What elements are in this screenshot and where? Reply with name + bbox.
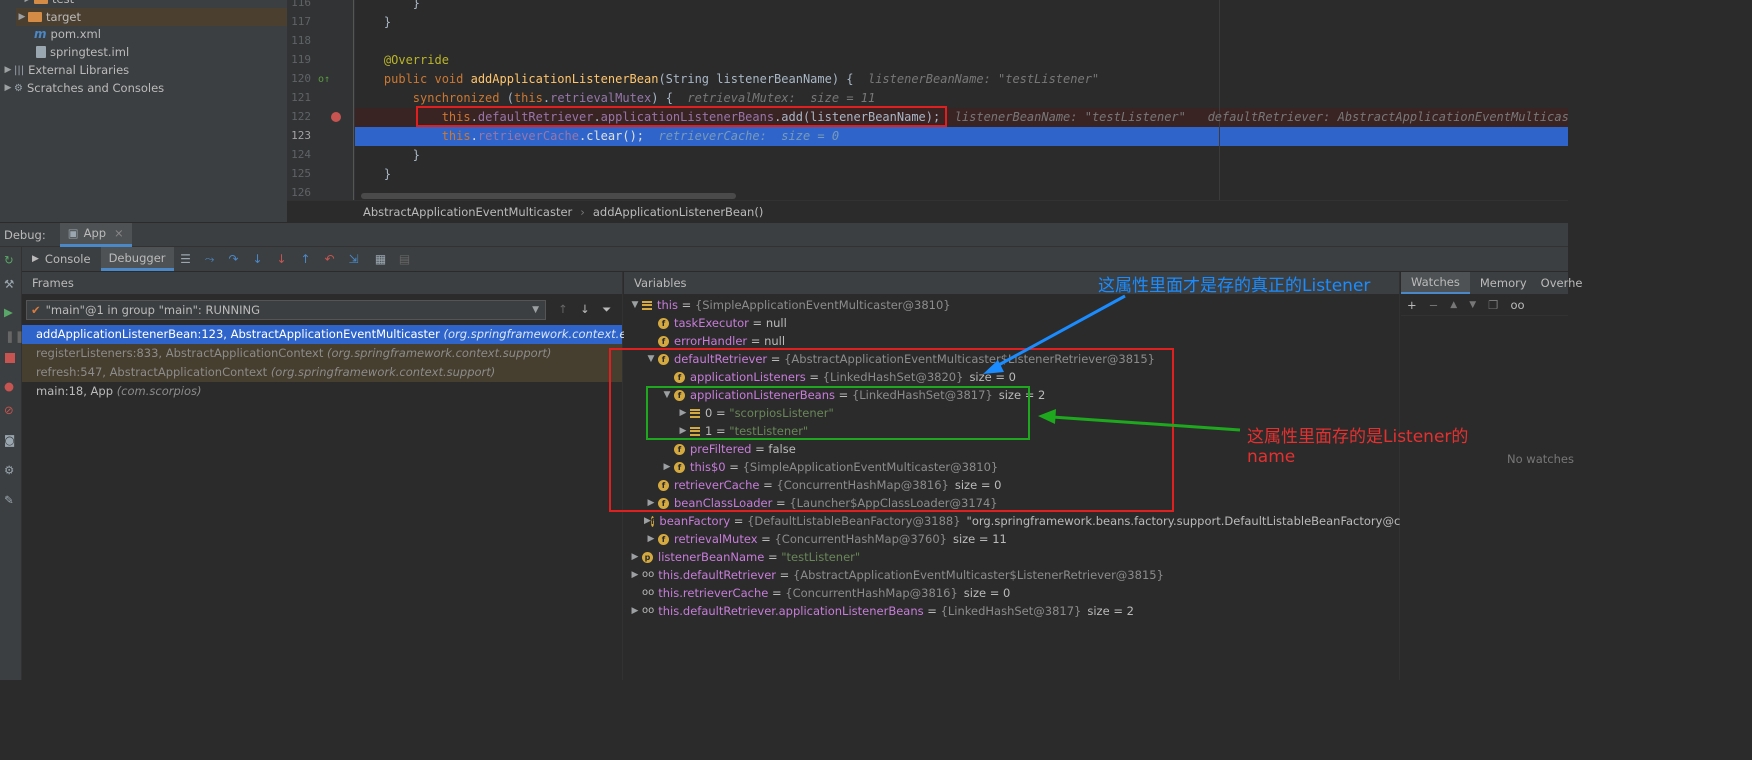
blue-arrow bbox=[994, 294, 1126, 369]
green-arrow bbox=[1051, 415, 1241, 432]
annotation-arrows bbox=[983, 294, 1241, 432]
green-arrow-head bbox=[1038, 409, 1056, 424]
